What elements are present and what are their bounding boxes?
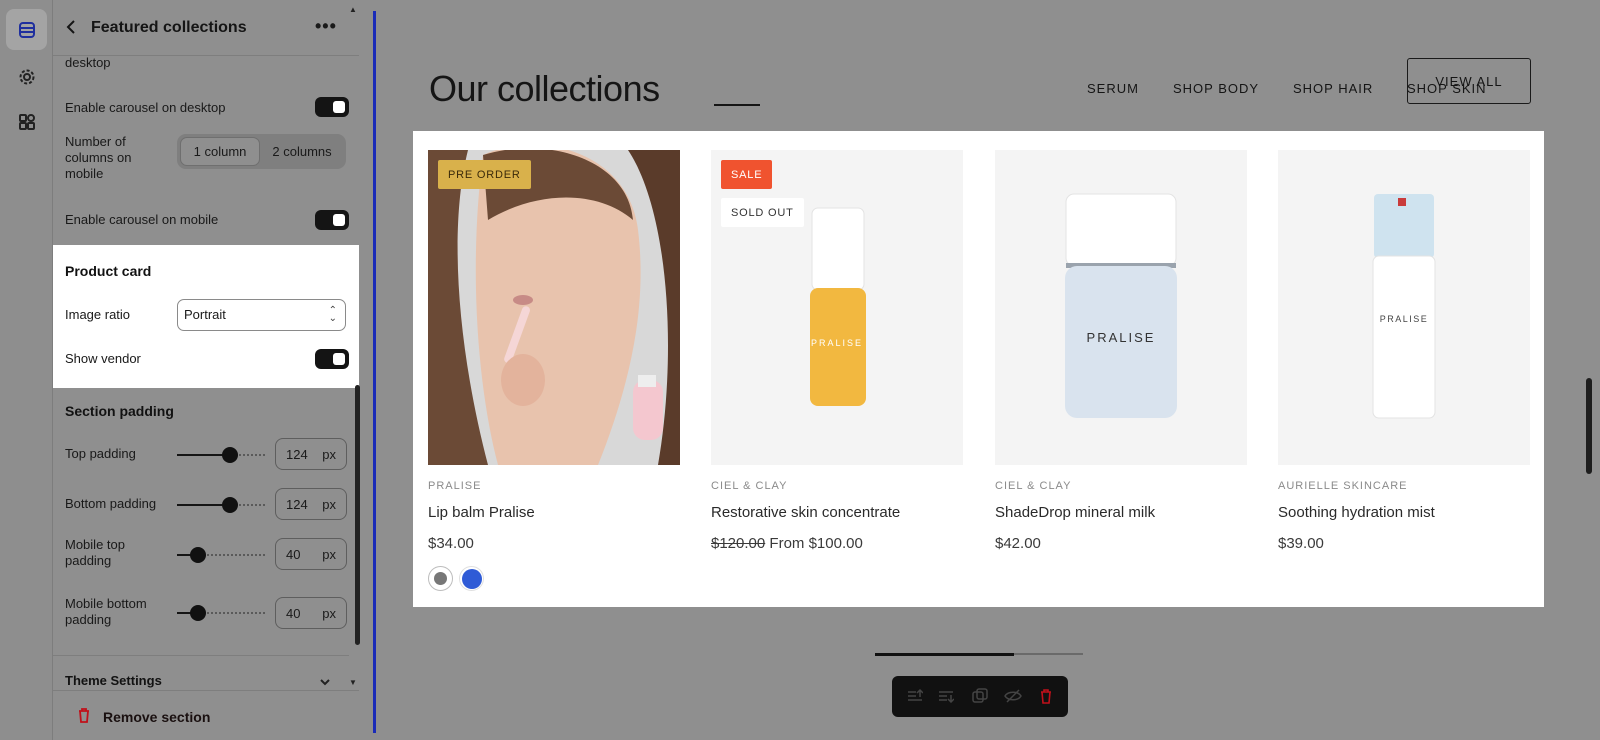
product-card-settings: Product card Image ratio Portrait ⌃ ⌄ Sho…	[53, 245, 359, 388]
bottom-padding-slider[interactable]	[177, 497, 265, 513]
slider-thumb[interactable]	[222, 497, 238, 513]
scroll-up-icon[interactable]: ▲	[349, 5, 357, 14]
carousel-mobile-toggle[interactable]	[315, 210, 349, 230]
top-padding-input[interactable]: 124 px	[275, 438, 347, 470]
product-image[interactable]	[428, 150, 680, 465]
product-vendor: PRALISE	[428, 480, 482, 492]
carousel-progress-fill	[875, 653, 1015, 656]
image-ratio-label: Image ratio	[65, 307, 131, 322]
sale-badge: SALE	[721, 160, 773, 189]
bottle-brand: PRALISE	[1086, 330, 1156, 345]
trash-icon[interactable]	[77, 707, 91, 728]
back-chevron-icon[interactable]	[65, 18, 77, 41]
compare-at-price: $120.00	[711, 535, 766, 552]
divider	[53, 655, 349, 656]
move-up-icon[interactable]	[904, 686, 926, 706]
product-vendor: CIEL & CLAY	[711, 480, 788, 492]
product-vendor: AURIELLE SKINCARE	[1278, 480, 1408, 492]
image-ratio-value: Portrait	[184, 307, 226, 322]
truncated-label: desktop	[65, 55, 111, 70]
mobile-bottom-padding-label: Mobile bottom padding	[65, 596, 147, 627]
section-toolbar	[892, 676, 1068, 717]
one-column-option[interactable]: 1 column	[180, 137, 260, 166]
carousel-progress[interactable]	[875, 653, 1083, 656]
theme-settings-toggle[interactable]: Theme Settings	[65, 673, 162, 688]
select-chevrons-icon: ⌃ ⌄	[328, 305, 337, 324]
sold-out-badge: SOLD OUT	[721, 198, 804, 227]
columns-mobile-label: Number of columns on mobile	[65, 134, 132, 181]
carousel-desktop-label: Enable carousel on desktop	[65, 100, 226, 115]
slider-thumb[interactable]	[190, 547, 206, 563]
product-price: $39.00	[1278, 535, 1324, 552]
columns-segmented-control: 1 column 2 columns	[177, 134, 346, 169]
settings-panel: Featured collections ••• ▲ desktop Enabl…	[53, 0, 360, 740]
top-padding-slider[interactable]	[177, 447, 265, 463]
show-vendor-label: Show vendor	[65, 351, 141, 366]
bottle-brand: PRALISE	[1379, 314, 1429, 324]
swatch-blue[interactable]	[459, 566, 484, 591]
product-price: $42.00	[995, 535, 1041, 552]
scroll-down-icon[interactable]: ▼	[349, 678, 357, 687]
product-title[interactable]: ShadeDrop mineral milk	[995, 504, 1155, 521]
tab-shop-hair[interactable]: SHOP HAIR	[1293, 81, 1373, 96]
bottom-padding-input[interactable]: 124 px	[275, 488, 347, 520]
more-options-icon[interactable]: •••	[315, 16, 337, 37]
product-image[interactable]: PRALISE	[995, 150, 1247, 465]
divider	[53, 690, 359, 691]
move-down-icon[interactable]	[935, 686, 957, 706]
active-tab-underline	[714, 104, 760, 106]
tab-shop-body[interactable]: SHOP BODY	[1173, 81, 1259, 96]
panel-scrollbar[interactable]	[355, 385, 360, 645]
panel-title: Featured collections	[91, 19, 247, 36]
collections-heading: Our collections	[429, 68, 660, 109]
show-vendor-toggle[interactable]	[315, 349, 349, 369]
view-all-button[interactable]: VIEW ALL	[1407, 58, 1531, 104]
pre-order-badge: PRE ORDER	[438, 160, 531, 189]
product-card-title: Product card	[65, 263, 152, 279]
swatch-gray[interactable]	[428, 566, 453, 591]
bottle-brand: PRALISE	[810, 338, 864, 348]
section-padding-title: Section padding	[65, 403, 174, 419]
mobile-top-padding-label: Mobile top padding	[65, 537, 125, 568]
hide-icon[interactable]	[1002, 686, 1024, 706]
preview-scrollbar[interactable]	[1586, 378, 1592, 474]
product-grid: PRE ORDER PRALISE Lip balm Pralise $34.0…	[413, 131, 1544, 607]
product-title[interactable]: Soothing hydration mist	[1278, 504, 1435, 521]
two-columns-option[interactable]: 2 columns	[261, 137, 343, 166]
mobile-bottom-padding-slider[interactable]	[177, 605, 265, 621]
sections-icon[interactable]	[6, 9, 47, 50]
product-title[interactable]: Restorative skin concentrate	[711, 504, 900, 521]
left-rail	[0, 0, 53, 740]
product-title[interactable]: Lip balm Pralise	[428, 504, 535, 521]
slider-rest	[198, 554, 265, 556]
product-image[interactable]: PRALISE	[1278, 150, 1530, 465]
carousel-desktop-toggle[interactable]	[315, 97, 349, 117]
mobile-top-padding-input[interactable]: 40 px	[275, 538, 347, 570]
slider-thumb[interactable]	[190, 605, 206, 621]
slider-thumb[interactable]	[222, 447, 238, 463]
product-price: $34.00	[428, 535, 474, 552]
carousel-mobile-label: Enable carousel on mobile	[65, 212, 219, 227]
gear-icon[interactable]	[6, 56, 47, 97]
apps-icon[interactable]	[6, 101, 47, 142]
mobile-top-padding-slider[interactable]	[177, 547, 265, 563]
sale-price: From $100.00	[769, 535, 863, 552]
top-padding-label: Top padding	[65, 446, 136, 461]
image-ratio-select[interactable]: Portrait ⌃ ⌄	[177, 299, 346, 331]
panel-header: Featured collections •••	[53, 0, 359, 56]
tab-serum[interactable]: SERUM	[1087, 81, 1139, 96]
delete-icon[interactable]	[1035, 686, 1057, 706]
product-vendor: CIEL & CLAY	[995, 480, 1072, 492]
bottom-padding-label: Bottom padding	[65, 496, 157, 511]
remove-section-button[interactable]: Remove section	[103, 709, 210, 725]
product-price: $120.00 From $100.00	[711, 535, 863, 552]
mobile-bottom-padding-input[interactable]: 40 px	[275, 597, 347, 629]
slider-rest	[198, 612, 265, 614]
duplicate-icon[interactable]	[969, 686, 991, 706]
